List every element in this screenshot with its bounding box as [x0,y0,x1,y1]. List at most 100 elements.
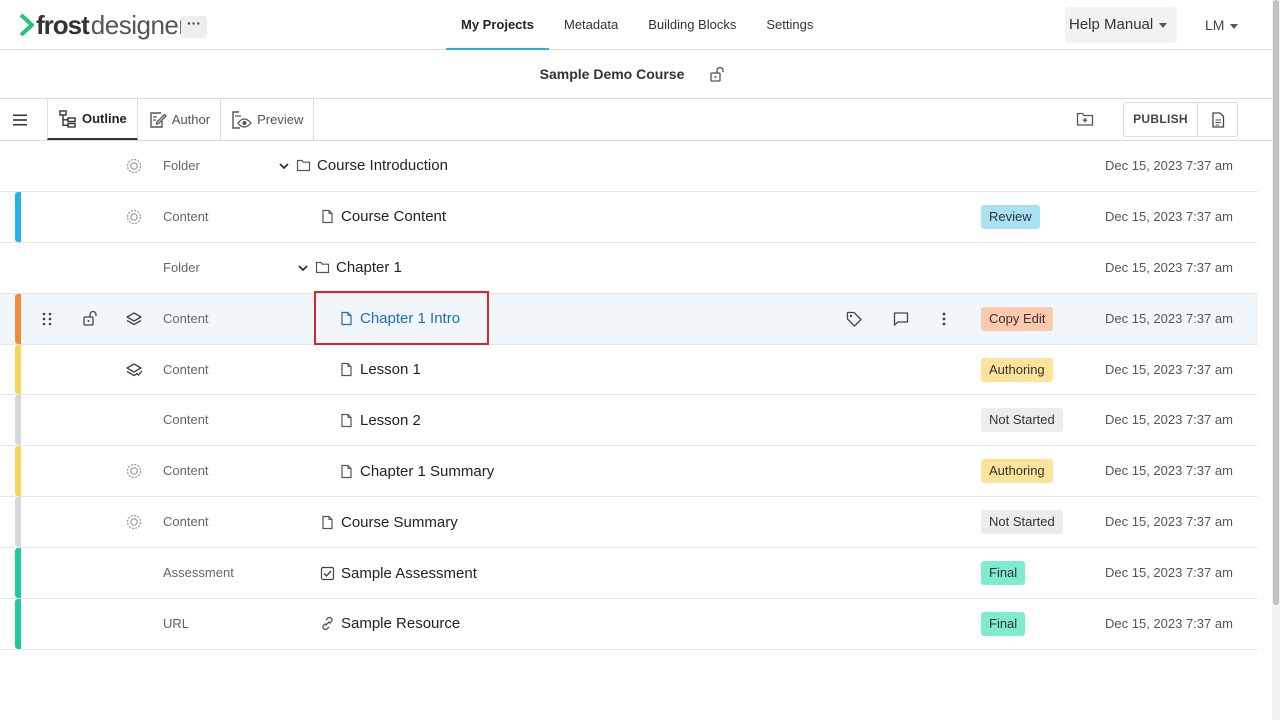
tree-node: Course Summary [320,497,458,547]
document-icon [1211,111,1224,128]
item-date: Dec 15, 2023 7:37 am [1105,514,1233,530]
logo-chevron-icon [20,13,34,37]
tab-settings[interactable]: Settings [751,0,828,50]
item-date: Dec 15, 2023 7:37 am [1105,463,1233,479]
publish-button[interactable]: PUBLISH [1123,102,1198,137]
status-stripe [15,599,21,649]
chevron-down-icon[interactable] [277,159,291,173]
chevron-down-icon[interactable] [296,261,310,275]
tag-icon[interactable] [845,310,863,328]
add-folder-icon[interactable] [1076,111,1094,127]
outline-row-sample-resource[interactable]: URL Sample Resource Final Dec 15, 2023 7… [0,599,1258,650]
layers-check-icon[interactable] [125,361,143,379]
item-title[interactable]: Course Introduction [317,157,448,174]
item-title[interactable]: Sample Assessment [341,565,477,582]
item-date: Dec 15, 2023 7:37 am [1105,310,1233,326]
gear-icon[interactable] [125,462,143,480]
tree-node: Chapter 1 Summary [339,446,494,496]
outline-row-lesson-2[interactable]: Content Lesson 2 Not Started Dec 15, 202… [0,395,1258,447]
chevron-down-icon [1230,23,1239,29]
top-navigation: frost designer ··· My Projects Metadata … [0,0,1272,50]
author-icon [150,111,167,128]
tab-author[interactable]: Author [138,99,222,140]
status-badge[interactable]: Copy Edit [981,306,1054,331]
status-badge[interactable]: Review [981,204,1040,229]
item-type: Folder [163,158,200,173]
outline-row-chapter-1-summary[interactable]: Content Chapter 1 Summary Authoring Dec … [0,446,1258,498]
item-date: Dec 15, 2023 7:37 am [1105,361,1233,377]
course-title: Sample Demo Course [539,66,685,82]
page-icon [341,464,352,478]
page-icon [341,413,352,427]
row-actions [845,310,953,328]
unlock-icon[interactable] [82,310,98,326]
checkbox-icon [320,566,335,580]
tab-my-projects[interactable]: My Projects [446,0,549,50]
item-type: URL [163,616,190,632]
item-title[interactable]: Chapter 1 [336,259,402,276]
tree-node: Sample Assessment [320,548,477,598]
outline-row-course-content[interactable]: Content Course Content Review Dec 15, 20… [0,191,1258,243]
hamburger-menu-icon[interactable] [10,110,30,130]
gear-icon[interactable] [125,157,143,175]
outline-row-chapter-1[interactable]: Folder Chapter 1 Dec 15, 2023 7:37 am [0,243,1258,294]
item-title[interactable]: Lesson 1 [360,361,421,378]
tree-node: Course Introduction [277,141,448,191]
outline-row-sample-assessment[interactable]: Assessment Sample Assessment Final Dec 1… [0,548,1258,600]
page-scrollbar[interactable] [1272,0,1280,720]
status-badge[interactable]: Final [981,561,1026,586]
more-options-button[interactable]: ··· [181,16,207,38]
outline-row-course-introduction[interactable]: Folder Course Introduction Dec 15, 2023 … [0,141,1258,192]
item-title[interactable]: Chapter 1 Summary [360,463,494,480]
outline-icon [59,109,76,128]
document-export-button[interactable] [1197,102,1238,137]
item-date: Dec 15, 2023 7:37 am [1105,616,1233,632]
item-title[interactable]: Course Summary [341,514,458,531]
status-stripe [15,497,21,548]
item-title[interactable]: Lesson 2 [360,412,421,429]
item-type: Content [163,514,209,530]
outline-row-lesson-1[interactable]: Content Lesson 1 Authoring Dec 15, 2023 … [0,344,1258,396]
outline-row-course-summary[interactable]: Content Course Summary Not Started Dec 1… [0,497,1258,549]
status-badge[interactable]: Final [981,612,1026,637]
item-date: Dec 15, 2023 7:37 am [1105,208,1233,224]
status-stripe [15,548,21,599]
more-vertical-icon[interactable] [935,310,953,328]
tree-node: Course Content [320,192,446,242]
item-title[interactable]: Chapter 1 Intro [360,310,460,327]
page-icon [322,515,333,529]
status-stripe [15,293,21,344]
help-manual-dropdown[interactable]: Help Manual [1065,7,1177,43]
tree-node: Lesson 2 [339,395,421,445]
scrollbar-thumb[interactable] [1273,0,1279,605]
frost-designer-logo[interactable]: frost designer [20,11,187,39]
status-badge[interactable]: Authoring [981,459,1053,484]
status-stripe [15,446,21,497]
item-title[interactable]: Course Content [341,208,446,225]
tab-author-label: Author [171,112,211,127]
status-badge[interactable]: Not Started [981,408,1063,433]
unlock-icon[interactable] [709,66,725,82]
page-icon [341,362,352,377]
tab-outline[interactable]: Outline [47,99,138,140]
item-type: Assessment [163,565,234,581]
tab-preview[interactable]: Preview [221,99,315,140]
drag-handle-icon[interactable] [40,311,54,327]
tab-building-blocks[interactable]: Building Blocks [633,0,751,50]
comment-icon[interactable] [892,310,910,328]
item-title[interactable]: Sample Resource [341,615,460,632]
gear-icon[interactable] [125,208,143,226]
tab-metadata[interactable]: Metadata [549,0,633,50]
layers-icon[interactable] [125,310,143,328]
item-type: Folder [163,259,200,275]
status-badge[interactable]: Authoring [981,357,1053,382]
user-menu-dropdown[interactable]: LM [1205,16,1239,34]
user-initials: LM [1205,17,1225,33]
tab-preview-label: Preview [257,112,304,127]
view-tabs: Outline Author Preview [47,99,315,140]
gear-icon[interactable] [125,513,143,531]
status-badge[interactable]: Not Started [981,510,1063,535]
tree-node: Sample Resource [320,599,460,649]
outline-row-chapter-1-intro[interactable]: Content Chapter 1 Intro Copy Edit Dec 15… [0,290,1258,345]
page-icon [341,312,352,326]
